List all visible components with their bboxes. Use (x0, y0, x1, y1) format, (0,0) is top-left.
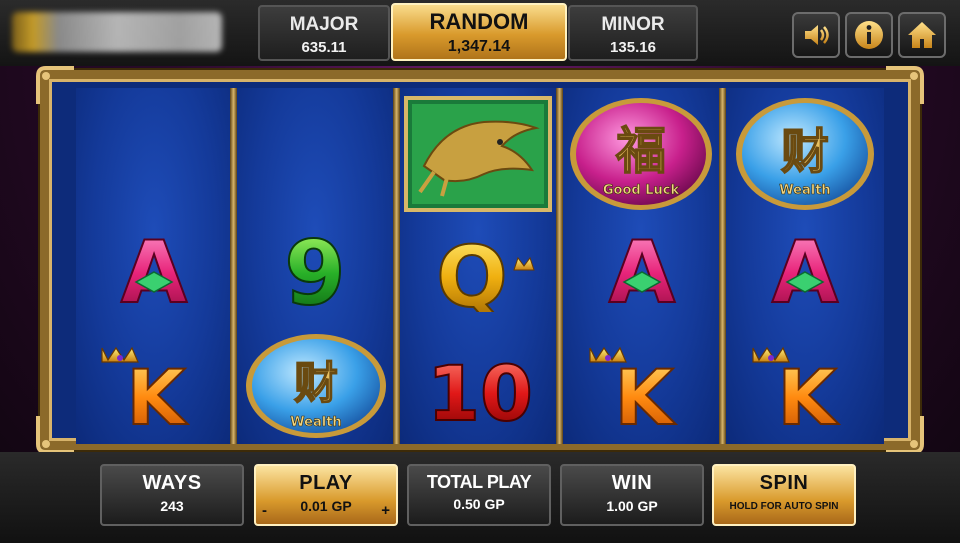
symbol-koi-fish (404, 96, 552, 212)
symbol-wealth-coin: 财 Wealth (734, 96, 876, 212)
symbol-a-text: A (121, 228, 188, 312)
total-play-panel: TOTAL PLAY 0.50 GP (407, 464, 551, 526)
symbol-a: A (90, 228, 218, 312)
ways-panel: WAYS 243 (100, 464, 244, 526)
symbol-k: K (582, 344, 706, 428)
info-button[interactable] (845, 12, 893, 58)
spin-button[interactable]: SPIN HOLD FOR AUTO SPIN (712, 464, 856, 526)
symbol-ten: 10 (420, 346, 540, 426)
symbol-nine: 9 (262, 228, 368, 312)
increase-bet-button[interactable]: + (381, 502, 390, 519)
symbol-a-text: A (772, 228, 839, 312)
frame-ornament-icon (36, 416, 74, 454)
win-value: 1.00 GP (606, 498, 658, 514)
good-luck-label: Good Luck (603, 183, 680, 198)
koi-fish-icon (404, 96, 552, 212)
decrease-bet-button[interactable]: - (262, 502, 267, 519)
random-value: 1,347.14 (447, 38, 511, 55)
total-play-label: TOTAL PLAY (426, 472, 532, 492)
play-value: 0.01 GP (300, 498, 352, 514)
info-icon (855, 21, 883, 49)
reel-divider (556, 88, 563, 444)
win-panel: WIN 1.00 GP (560, 464, 704, 526)
symbol-k-text: K (615, 353, 677, 428)
home-icon (908, 22, 936, 48)
symbol-a: A (741, 228, 869, 312)
symbol-k: K (745, 344, 869, 428)
frame-ornament-icon (886, 66, 924, 104)
symbol-q: Q (418, 230, 542, 312)
wealth-label: Wealth (290, 415, 341, 430)
symbol-a-text: A (609, 228, 676, 312)
symbol-a: A (578, 228, 706, 312)
play-panel: PLAY 0.01 GP - + (254, 464, 398, 526)
random-jackpot: RANDOM 1,347.14 (391, 3, 567, 61)
game-logo (12, 12, 222, 52)
minor-jackpot: MINOR 135.16 (568, 5, 698, 61)
symbol-k: K (94, 344, 218, 428)
ways-label: WAYS (142, 472, 202, 494)
speaker-icon (805, 25, 829, 45)
good-luck-character: 福 (615, 122, 666, 180)
spin-sublabel: HOLD FOR AUTO SPIN (729, 501, 839, 512)
home-button[interactable] (898, 12, 946, 58)
symbol-k-text: K (127, 353, 189, 428)
major-value: 635.11 (301, 39, 347, 56)
symbol-wealth-coin: 财 Wealth (244, 330, 388, 440)
reel-divider (719, 88, 726, 444)
symbol-k-text: K (778, 353, 840, 428)
ways-value: 243 (160, 498, 184, 514)
symbol-q-text: Q (436, 230, 507, 312)
major-jackpot: MAJOR 635.11 (258, 5, 390, 61)
frame-ornament-icon (886, 416, 924, 454)
total-play-value: 0.50 GP (453, 496, 505, 512)
symbol-nine-text: 9 (284, 228, 345, 312)
minor-label: MINOR (601, 14, 665, 35)
minor-value: 135.16 (610, 39, 656, 56)
reel-divider (393, 88, 400, 444)
major-label: MAJOR (289, 14, 359, 35)
wealth-character: 财 (781, 124, 829, 180)
symbol-ten-text: 10 (427, 349, 533, 426)
random-label: RANDOM (429, 9, 529, 34)
symbol-good-luck-coin: 福 Good Luck (568, 96, 714, 212)
reel-divider (230, 88, 237, 444)
sound-button[interactable] (792, 12, 840, 58)
wealth-character: 财 (294, 358, 338, 409)
play-label: PLAY (299, 472, 353, 494)
spin-label: SPIN (759, 472, 809, 494)
frame-ornament-icon (36, 66, 74, 104)
wealth-label: Wealth (779, 183, 830, 198)
win-label: WIN (611, 472, 653, 494)
